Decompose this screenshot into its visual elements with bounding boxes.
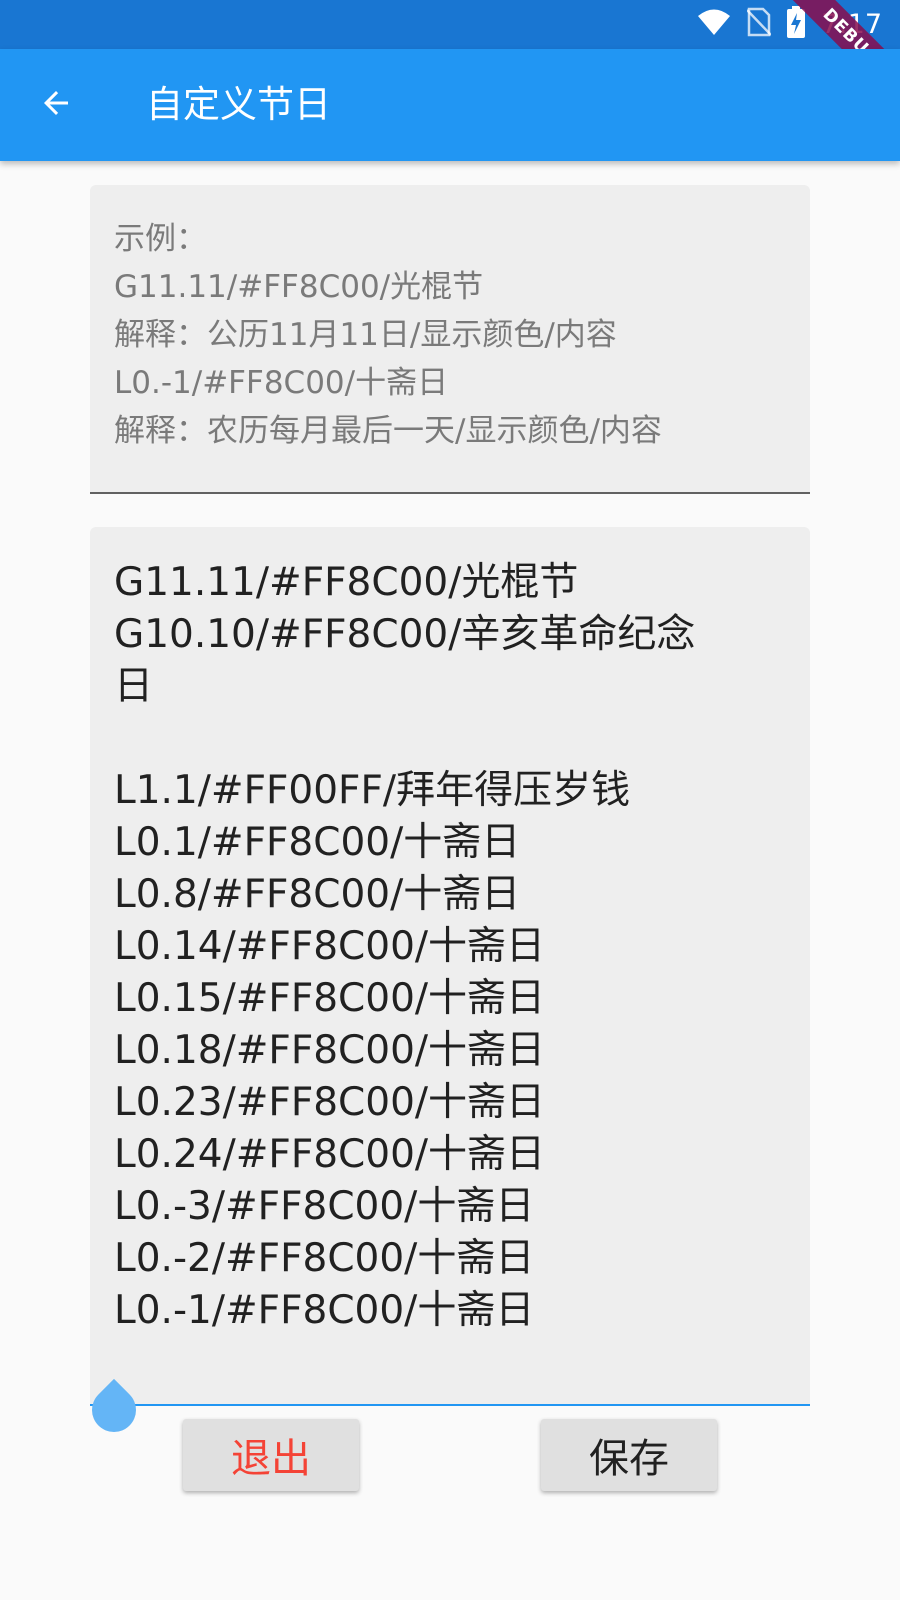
battery-charging-icon bbox=[787, 6, 806, 42]
no-sim-icon bbox=[746, 7, 773, 41]
editor-line: L0.-2/#FF8C00/十斋日 bbox=[114, 1236, 535, 1281]
wifi-icon bbox=[697, 8, 731, 40]
status-icons: 7:17 bbox=[697, 6, 882, 42]
exit-button[interactable]: 退出 bbox=[183, 1419, 359, 1491]
editor-line: L0.18/#FF8C00/十斋日 bbox=[114, 1028, 546, 1073]
back-button[interactable] bbox=[28, 77, 84, 133]
editor-line: L1.1/#FF00FF/拜年得压岁钱 bbox=[114, 768, 631, 813]
example-line: 示例： bbox=[114, 221, 207, 257]
example-line: 解释：公历11月11日/显示颜色/内容 bbox=[114, 317, 617, 353]
editor-line: L0.1/#FF8C00/十斋日 bbox=[114, 820, 521, 865]
editor-line: L0.-3/#FF8C00/十斋日 bbox=[114, 1184, 535, 1229]
festival-editor-textarea[interactable]: G11.11/#FF8C00/光棍节 G10.10/#FF8C00/辛亥革命纪念… bbox=[90, 527, 810, 1406]
editor-line: L0.23/#FF8C00/十斋日 bbox=[114, 1080, 546, 1125]
arrow-back-icon bbox=[38, 85, 74, 125]
editor-line: L0.15/#FF8C00/十斋日 bbox=[114, 976, 546, 1021]
save-button[interactable]: 保存 bbox=[541, 1419, 717, 1491]
editor-line: L0.8/#FF8C00/十斋日 bbox=[114, 872, 521, 917]
editor-line: G11.11/#FF8C00/光棍节 bbox=[114, 560, 579, 605]
editor-line: 日 bbox=[114, 664, 154, 709]
example-line: 解释：农历每月最后一天/显示颜色/内容 bbox=[114, 413, 662, 449]
status-time: 7:17 bbox=[821, 8, 882, 40]
app-bar: 自定义节日 bbox=[0, 49, 900, 161]
editor-line: L0.14/#FF8C00/十斋日 bbox=[114, 924, 546, 969]
status-bar: 7:17 DEBUG bbox=[0, 0, 900, 115]
editor-line: L0.-1/#FF8C00/十斋日 bbox=[114, 1288, 535, 1333]
page-title: 自定义节日 bbox=[146, 83, 331, 126]
example-field[interactable]: 示例： G11.11/#FF8C00/光棍节 解释：公历11月11日/显示颜色/… bbox=[90, 185, 810, 494]
example-line: G11.11/#FF8C00/光棍节 bbox=[114, 269, 484, 305]
example-line: L0.-1/#FF8C00/十斋日 bbox=[114, 365, 449, 401]
editor-line: L0.24/#FF8C00/十斋日 bbox=[114, 1132, 546, 1177]
editor-line: G10.10/#FF8C00/辛亥革命纪念 bbox=[114, 612, 696, 657]
